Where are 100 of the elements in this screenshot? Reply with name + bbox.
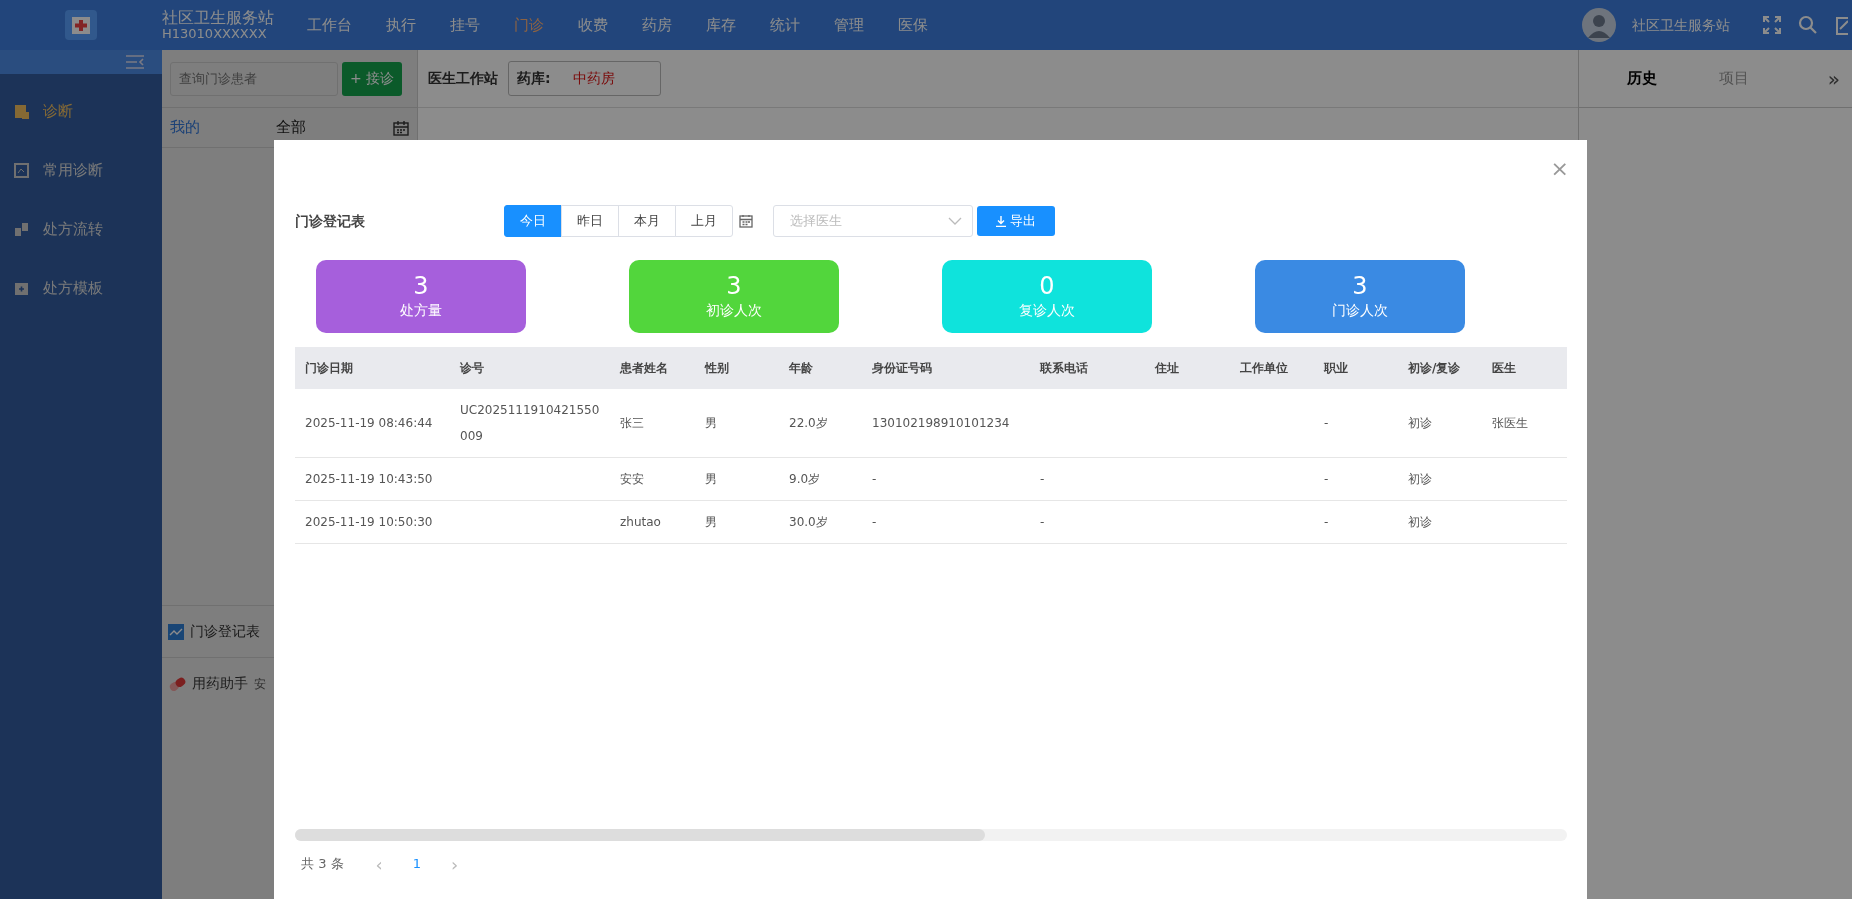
nav-link[interactable]: 执行 — [369, 13, 433, 37]
period-tab[interactable]: 上月 — [675, 205, 733, 237]
table-cell: 30.0岁 — [789, 515, 828, 529]
collapse-button[interactable]: » — [1827, 63, 1840, 94]
table-cell: 安安 — [620, 472, 644, 486]
chart-icon — [168, 623, 184, 640]
panel-tab[interactable]: 历史 — [1627, 67, 1719, 90]
column-header: 诊号 — [450, 347, 610, 389]
tool-label[interactable]: 用药助手 — [192, 673, 248, 694]
column-header: 初诊/复诊 — [1398, 347, 1482, 389]
pharmacy-field[interactable]: 药库: 中药房 — [508, 61, 661, 96]
nav-link[interactable]: 统计 — [753, 13, 817, 37]
org-code: H13010XXXXXX — [162, 26, 268, 41]
patient-tab[interactable]: 我的 — [170, 116, 276, 139]
column-header: 年龄 — [779, 347, 862, 389]
table-cell: 张三 — [620, 416, 644, 430]
logo-icon — [64, 9, 98, 41]
search-icon[interactable] — [1798, 15, 1818, 35]
export-button[interactable]: 导出 — [977, 206, 1055, 236]
document-icon — [14, 104, 29, 119]
column-header: 患者姓名 — [610, 347, 695, 389]
table-cell: 2025-11-19 08:46:44 — [305, 416, 433, 430]
sidebar-item[interactable]: 诊断 — [0, 82, 162, 141]
table-cell: 初诊 — [1408, 515, 1432, 529]
image-icon — [14, 163, 29, 178]
column-header: 身份证号码 — [862, 347, 1030, 389]
nav-link[interactable]: 管理 — [817, 13, 881, 37]
stat-label: 处方量 — [400, 301, 442, 321]
table-cell: 张医生 — [1492, 416, 1528, 430]
patient-tab[interactable]: 全部 — [276, 116, 382, 139]
table-cell: 2025-11-19 10:43:50 — [305, 472, 433, 486]
sidebar-item[interactable]: 常用诊断 — [0, 141, 162, 200]
column-header: 医生 — [1482, 347, 1567, 389]
column-header: 工作单位 — [1230, 347, 1314, 389]
table-cell: - — [1324, 416, 1329, 430]
close-button[interactable]: × — [1550, 158, 1569, 180]
table-cell: 2025-11-19 10:50:30 — [305, 515, 433, 529]
nav-link[interactable]: 收费 — [561, 13, 625, 37]
table-cell: - — [872, 472, 877, 486]
avatar — [1582, 8, 1616, 42]
page-number[interactable]: 1 — [412, 854, 422, 874]
nav-link[interactable]: 药房 — [625, 13, 689, 37]
table-cell: - — [872, 515, 877, 529]
chevron-down-icon — [948, 217, 962, 225]
select-placeholder: 选择医生 — [790, 212, 842, 231]
stat-label: 复诊人次 — [1019, 301, 1075, 321]
period-tab[interactable]: 本月 — [618, 205, 676, 237]
table-cell: 9.0岁 — [789, 472, 821, 486]
nav-link[interactable]: 门诊 — [497, 13, 561, 37]
nav-link[interactable]: 工作台 — [290, 13, 369, 37]
menu-collapse-icon[interactable] — [126, 55, 144, 69]
sidebar-item[interactable]: 处方模板 — [0, 259, 162, 318]
tool-note: 安 — [254, 675, 266, 693]
table-cell: 130102198910101234 — [872, 416, 1010, 430]
table-cell: - — [1040, 515, 1045, 529]
nav-link[interactable]: 挂号 — [433, 13, 497, 37]
add-patient-button[interactable]: + 接诊 — [342, 61, 403, 96]
user-name: 社区卫生服务站 — [1632, 15, 1730, 35]
stat-value: 0 — [1039, 271, 1055, 301]
column-header: 门诊日期 — [295, 347, 450, 389]
pharmacy-label: 药库: — [517, 69, 551, 88]
total-count: 共 3 条 — [301, 855, 344, 874]
table-cell: 男 — [705, 416, 717, 430]
stat-label: 初诊人次 — [706, 301, 762, 321]
scrollbar-thumb[interactable] — [295, 829, 985, 841]
org-name: 社区卫生服务站 — [162, 9, 274, 27]
pill-icon — [168, 674, 186, 693]
period-tab[interactable]: 昨日 — [561, 205, 619, 237]
calendar-icon[interactable] — [393, 119, 409, 136]
doctor-select[interactable]: 选择医生 — [773, 205, 973, 237]
fullscreen-icon[interactable] — [1762, 15, 1782, 35]
external-link-icon[interactable] — [1834, 15, 1848, 35]
download-icon — [996, 215, 1006, 227]
table-cell: zhutao — [620, 515, 661, 529]
stat-label: 门诊人次 — [1332, 301, 1388, 321]
period-tab[interactable]: 今日 — [504, 205, 562, 237]
table-cell: 初诊 — [1408, 472, 1432, 486]
tool-label[interactable]: 门诊登记表 — [190, 621, 260, 642]
table-cell: 男 — [705, 472, 717, 486]
stat-value: 3 — [726, 271, 742, 301]
scrollbar[interactable] — [295, 829, 1567, 841]
prev-page-button[interactable]: ‹ — [375, 850, 383, 878]
table-cell: - — [1324, 515, 1329, 529]
table-cell: 男 — [705, 515, 717, 529]
transfer-icon — [14, 222, 29, 237]
table-cell: 22.0岁 — [789, 416, 828, 430]
column-header: 职业 — [1314, 347, 1398, 389]
nav-link[interactable]: 医保 — [881, 13, 945, 37]
modal-title: 门诊登记表 — [295, 211, 366, 231]
stat-value: 3 — [1352, 271, 1368, 301]
table-cell: UC2025111910421550009 — [460, 403, 600, 443]
template-icon — [14, 281, 29, 296]
table-cell: - — [1324, 472, 1329, 486]
column-header: 住址 — [1145, 347, 1230, 389]
calendar-icon[interactable] — [739, 214, 753, 228]
sidebar-item[interactable]: 处方流转 — [0, 200, 162, 259]
next-page-button[interactable]: › — [451, 850, 459, 878]
nav-link[interactable]: 库存 — [689, 13, 753, 37]
table-cell: 初诊 — [1408, 416, 1432, 430]
pharmacy-value: 中药房 — [572, 69, 615, 88]
